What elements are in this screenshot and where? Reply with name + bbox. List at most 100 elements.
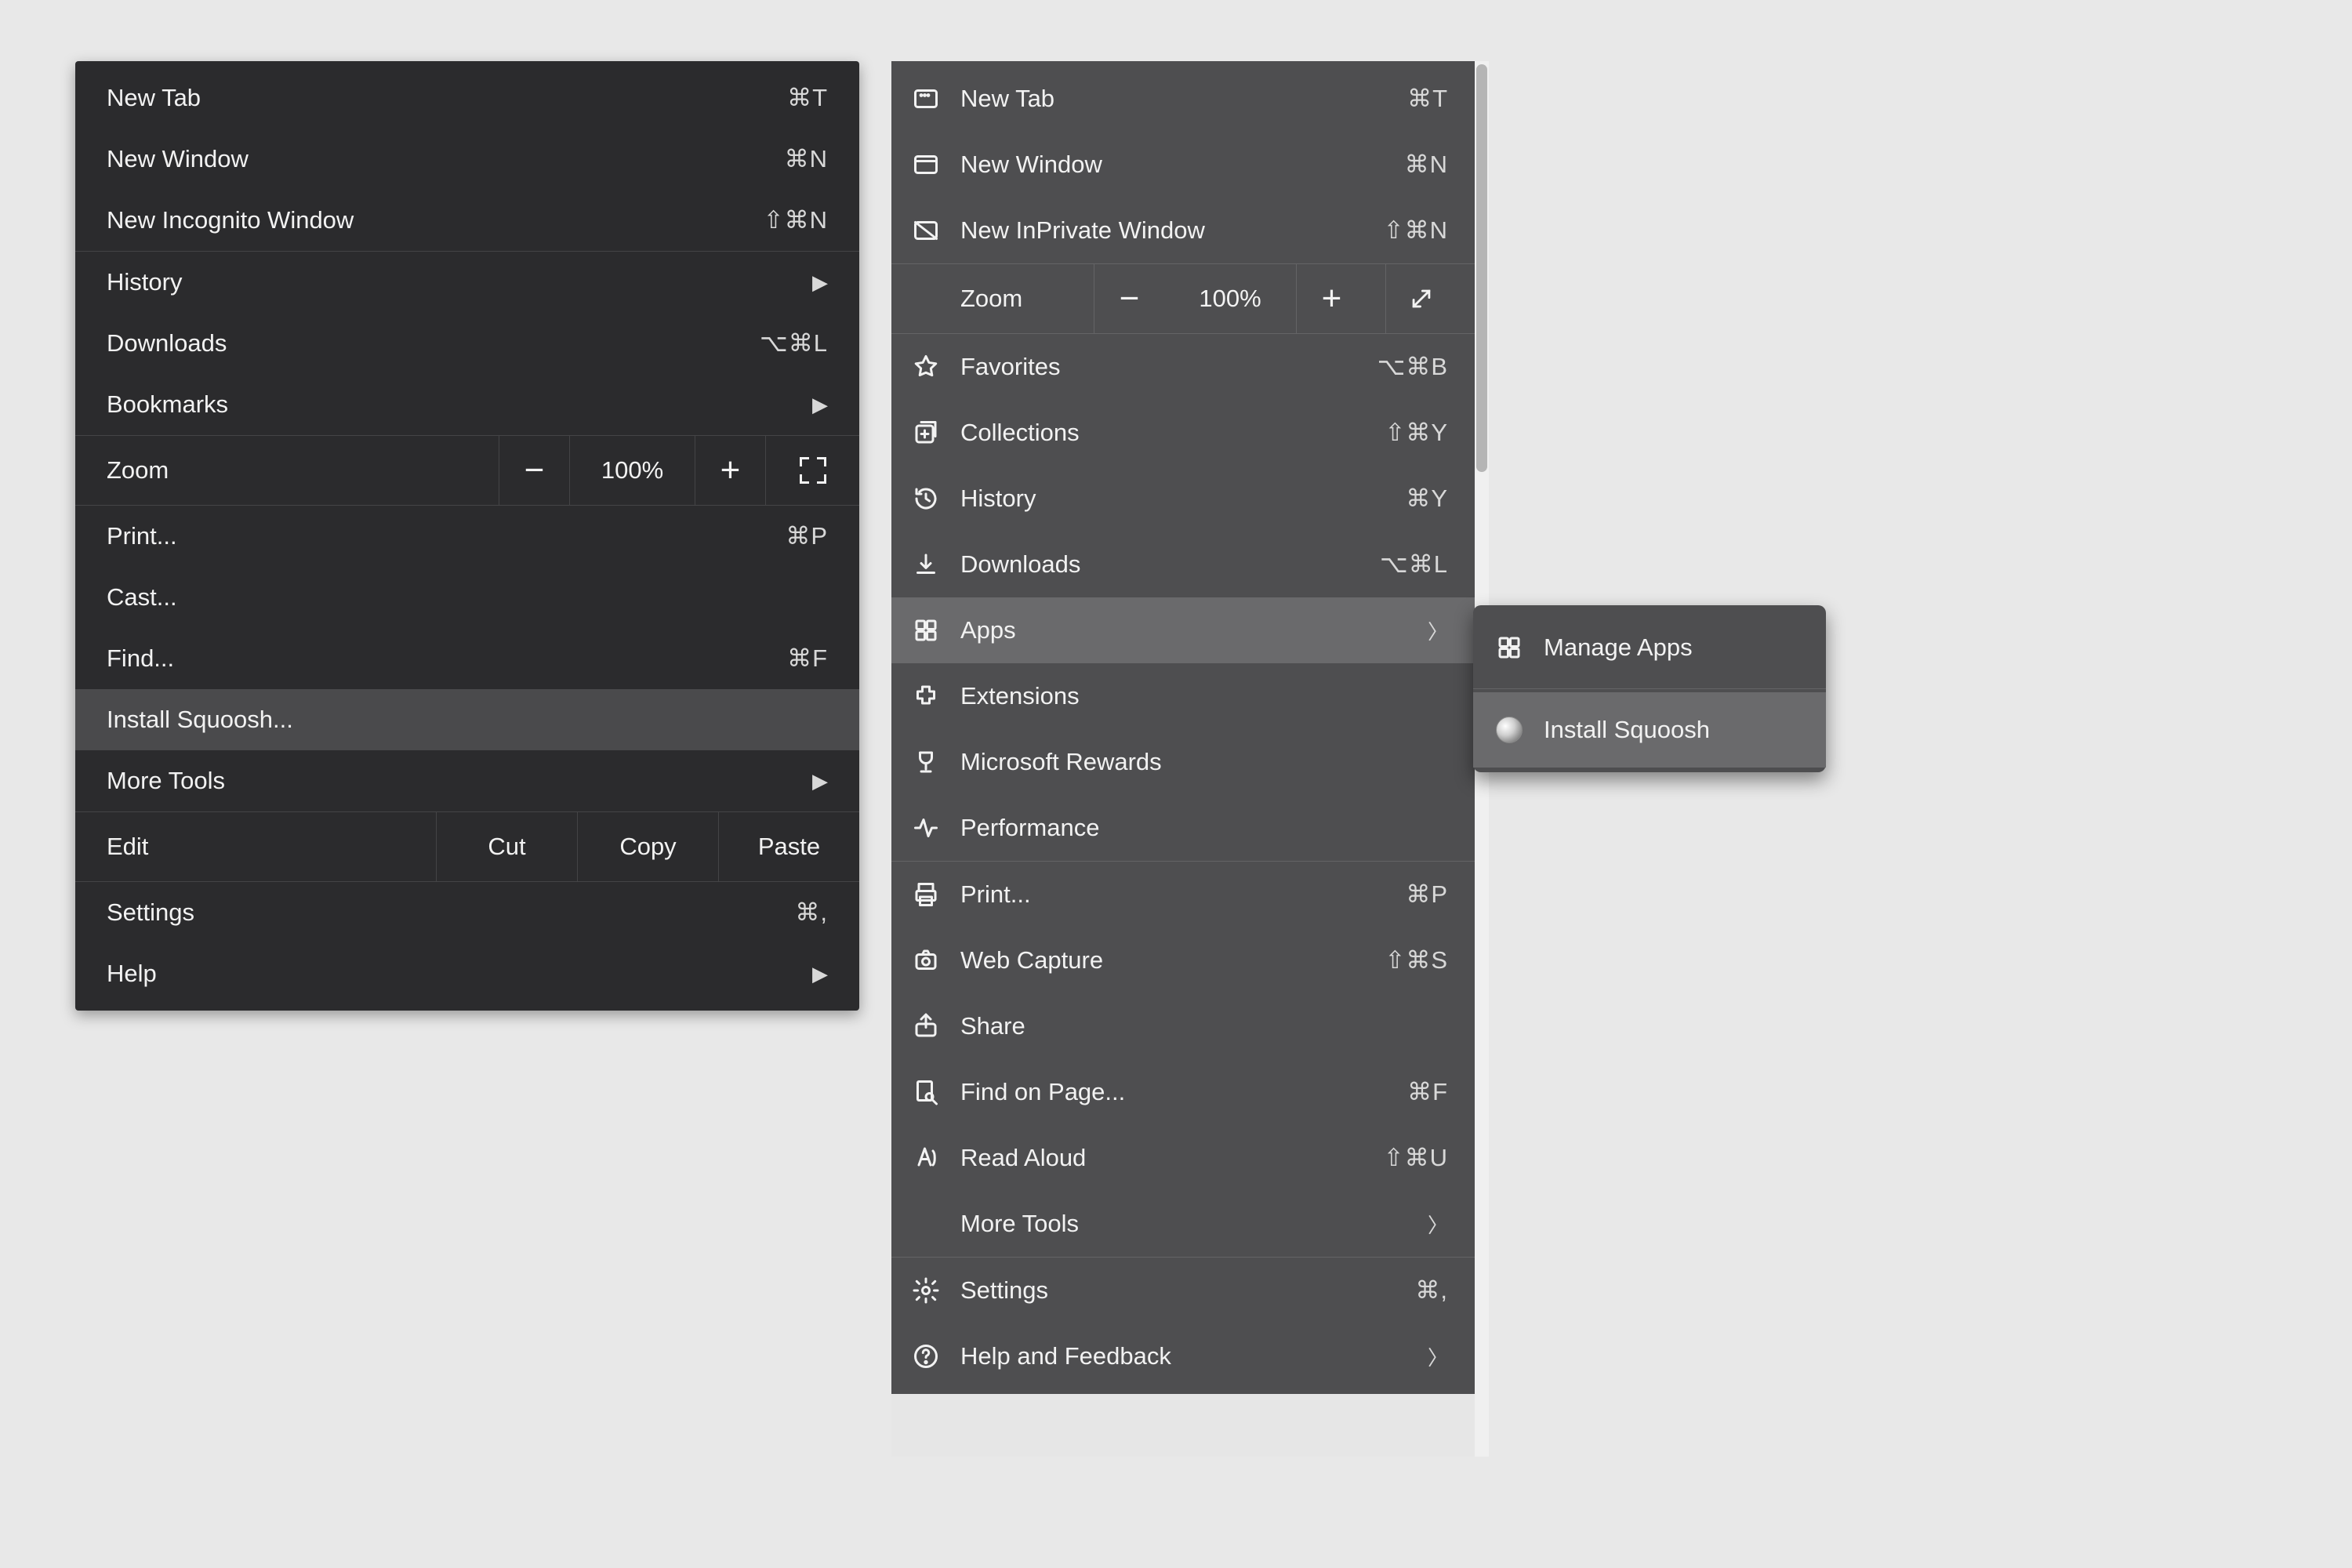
- menu-label: Apps: [960, 616, 1409, 644]
- menu-item-read-aloud[interactable]: Read Aloud ⇧⌘U: [891, 1125, 1475, 1191]
- scrollbar-thumb[interactable]: [1476, 64, 1487, 472]
- menu-item-find[interactable]: Find... ⌘F: [75, 628, 859, 689]
- zoom-label: Zoom: [960, 285, 1075, 313]
- menu-item-more-tools[interactable]: More Tools 〉: [891, 1191, 1475, 1257]
- menu-shortcut: ⌘N: [1405, 151, 1448, 179]
- minus-icon: −: [524, 453, 545, 488]
- inprivate-icon: [910, 215, 942, 246]
- edit-row: Edit Cut Copy Paste: [75, 811, 859, 882]
- menu-item-new-inprivate-window[interactable]: New InPrivate Window ⇧⌘N: [891, 198, 1475, 263]
- zoom-label: Zoom: [75, 436, 499, 505]
- menu-label: New Window: [107, 145, 785, 173]
- menu-label: New Incognito Window: [107, 206, 764, 234]
- menu-item-new-window[interactable]: New Window ⌘N: [891, 132, 1475, 198]
- apps-icon: [910, 615, 942, 646]
- menu-label: Find on Page...: [960, 1078, 1388, 1106]
- rewards-icon: [910, 746, 942, 778]
- menu-label: More Tools: [107, 767, 812, 795]
- edge-menu-wrapper: New Tab ⌘T New Window ⌘N New InPrivate W…: [891, 61, 1489, 1457]
- chevron-right-icon: ▶: [812, 393, 828, 417]
- menu-item-bookmarks[interactable]: Bookmarks ▶: [75, 374, 859, 435]
- edit-label: Edit: [75, 812, 436, 881]
- squoosh-app-icon: [1494, 714, 1525, 746]
- menu-shortcut: ⇧⌘N: [1384, 216, 1448, 245]
- window-icon: [910, 149, 942, 180]
- menu-shortcut: ⌘N: [785, 145, 828, 173]
- chevron-right-icon: 〉: [1428, 616, 1448, 645]
- zoom-out-button[interactable]: −: [1094, 263, 1164, 334]
- menu-item-print[interactable]: Print... ⌘P: [75, 506, 859, 567]
- menu-shortcut: ⌘F: [787, 644, 828, 673]
- menu-shortcut: ⇧⌘Y: [1385, 419, 1448, 447]
- menu-label: Downloads: [107, 329, 760, 358]
- zoom-out-button[interactable]: −: [499, 436, 569, 505]
- chevron-right-icon: ▶: [812, 270, 828, 295]
- menu-item-install-squoosh[interactable]: Install Squoosh...: [75, 689, 859, 750]
- menu-item-downloads[interactable]: Downloads ⌥⌘L: [75, 313, 859, 374]
- menu-item-downloads[interactable]: Downloads ⌥⌘L: [891, 532, 1475, 597]
- zoom-in-button[interactable]: +: [695, 436, 765, 505]
- menu-item-find-on-page[interactable]: Find on Page... ⌘F: [891, 1059, 1475, 1125]
- menu-item-help[interactable]: Help ▶: [75, 943, 859, 1004]
- zoom-row: Zoom − 100% +: [75, 435, 859, 506]
- chevron-right-icon: 〉: [1428, 1342, 1448, 1371]
- menu-item-settings[interactable]: Settings ⌘,: [75, 882, 859, 943]
- menu-item-new-tab[interactable]: New Tab ⌘T: [75, 67, 859, 129]
- star-icon: [910, 351, 942, 383]
- submenu-item-manage-apps[interactable]: Manage Apps: [1473, 610, 1826, 685]
- menu-label: Print...: [960, 880, 1387, 909]
- find-icon: [910, 1076, 942, 1108]
- menu-label: More Tools: [960, 1210, 1409, 1238]
- help-icon: [910, 1341, 942, 1372]
- submenu-label: Manage Apps: [1544, 633, 1806, 662]
- menu-label: Cast...: [107, 583, 828, 612]
- read-aloud-icon: [910, 1142, 942, 1174]
- chevron-right-icon: ▶: [812, 962, 828, 986]
- menu-item-more-tools[interactable]: More Tools ▶: [75, 750, 859, 811]
- fullscreen-button[interactable]: [765, 436, 859, 505]
- menu-item-extensions[interactable]: Extensions: [891, 663, 1475, 729]
- menu-shortcut: ⌥⌘L: [1380, 550, 1448, 579]
- menu-item-help-and-feedback[interactable]: Help and Feedback 〉: [891, 1323, 1475, 1389]
- apps-submenu: Manage Apps Install Squoosh: [1473, 605, 1826, 772]
- menu-separator: [1473, 688, 1826, 689]
- menu-shortcut: ⌘P: [1406, 880, 1448, 909]
- menu-item-web-capture[interactable]: Web Capture ⇧⌘S: [891, 927, 1475, 993]
- submenu-item-install-squoosh[interactable]: Install Squoosh: [1473, 692, 1826, 768]
- menu-item-performance[interactable]: Performance: [891, 795, 1475, 861]
- menu-item-new-tab[interactable]: New Tab ⌘T: [891, 66, 1475, 132]
- menu-item-history[interactable]: History ⌘Y: [891, 466, 1475, 532]
- copy-button[interactable]: Copy: [577, 812, 718, 881]
- paste-button[interactable]: Paste: [718, 812, 859, 881]
- menu-shortcut: ⌥⌘L: [760, 329, 828, 358]
- menu-shortcut: ⌘,: [795, 898, 828, 927]
- cut-button[interactable]: Cut: [436, 812, 577, 881]
- new-tab-icon: [910, 83, 942, 114]
- menu-shortcut: ⌘Y: [1406, 485, 1448, 513]
- menu-label: Help: [107, 960, 812, 988]
- menu-label: Settings: [107, 898, 795, 927]
- menu-item-microsoft-rewards[interactable]: Microsoft Rewards: [891, 729, 1475, 795]
- menu-shortcut: ⌘T: [787, 84, 828, 112]
- plus-icon: +: [1322, 281, 1342, 316]
- menu-item-new-incognito-window[interactable]: New Incognito Window ⇧⌘N: [75, 190, 859, 251]
- menu-label: Microsoft Rewards: [960, 748, 1448, 776]
- menu-item-print[interactable]: Print... ⌘P: [891, 862, 1475, 927]
- menu-item-share[interactable]: Share: [891, 993, 1475, 1059]
- menu-item-new-window[interactable]: New Window ⌘N: [75, 129, 859, 190]
- edge-overflow-menu: New Tab ⌘T New Window ⌘N New InPrivate W…: [891, 61, 1475, 1394]
- menu-item-collections[interactable]: Collections ⇧⌘Y: [891, 400, 1475, 466]
- download-icon: [910, 549, 942, 580]
- menu-label: Install Squoosh...: [107, 706, 828, 734]
- menu-item-apps[interactable]: Apps 〉: [891, 597, 1475, 663]
- menu-item-favorites[interactable]: Favorites ⌥⌘B: [891, 334, 1475, 400]
- fullscreen-button[interactable]: [1385, 263, 1456, 334]
- menu-item-history[interactable]: History ▶: [75, 252, 859, 313]
- menu-item-cast[interactable]: Cast...: [75, 567, 859, 628]
- menu-label: New InPrivate Window: [960, 216, 1365, 245]
- screenshot-stage: New Tab ⌘T New Window ⌘N New Incognito W…: [0, 0, 2352, 1568]
- menu-shortcut: ⌘P: [786, 522, 828, 550]
- zoom-in-button[interactable]: +: [1296, 263, 1367, 334]
- fullscreen-icon: [800, 457, 826, 484]
- menu-item-settings[interactable]: Settings ⌘,: [891, 1258, 1475, 1323]
